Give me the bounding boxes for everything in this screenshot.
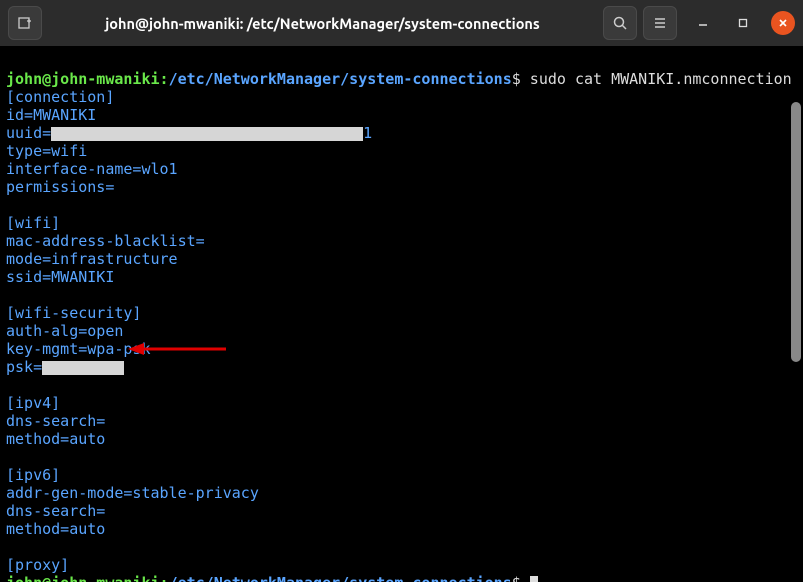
output-line: [wifi-security]: [6, 304, 141, 322]
prompt-user-host-2: john@john-mwaniki: [6, 574, 160, 582]
minimize-icon: [698, 18, 708, 28]
output-line-psk: psk=: [6, 358, 42, 376]
scrollbar-thumb[interactable]: [791, 102, 801, 362]
hamburger-icon: [652, 15, 668, 31]
prompt-user-host: john@john-mwaniki: [6, 70, 160, 88]
window-title: john@john-mwaniki: /etc/NetworkManager/s…: [48, 15, 597, 32]
window-titlebar: john@john-mwaniki: /etc/NetworkManager/s…: [0, 0, 803, 46]
output-line: key-mgmt=wpa-psk: [6, 340, 151, 358]
output-line: [connection]: [6, 88, 114, 106]
maximize-icon: [738, 18, 748, 28]
output-line: dns-search=: [6, 502, 105, 520]
output-line: mac-address-blacklist=: [6, 232, 205, 250]
output-line: type=wifi: [6, 142, 87, 160]
output-line: ssid=MWANIKI: [6, 268, 114, 286]
output-line: permissions=: [6, 178, 114, 196]
output-line: addr-gen-mode=stable-privacy: [6, 484, 259, 502]
terminal-body[interactable]: john@john-mwaniki:/etc/NetworkManager/sy…: [0, 46, 803, 582]
output-line: [ipv6]: [6, 466, 60, 484]
close-icon: [778, 18, 788, 28]
output-line: interface-name=wlo1: [6, 160, 178, 178]
output-line-uuid: uuid=: [6, 124, 51, 142]
cursor: [530, 576, 538, 582]
output-line: auth-alg=open: [6, 322, 123, 340]
output-line: [ipv4]: [6, 394, 60, 412]
close-button[interactable]: [771, 11, 795, 35]
output-line: [proxy]: [6, 556, 69, 574]
uuid-trailing: 1: [363, 124, 372, 142]
prompt-colon-2: :: [160, 574, 169, 582]
search-button[interactable]: [603, 6, 637, 40]
prompt-colon: :: [160, 70, 169, 88]
prompt-sigil-2: $: [512, 574, 521, 582]
prompt-sigil: $: [512, 70, 521, 88]
search-icon: [612, 15, 628, 31]
output-line: method=auto: [6, 520, 105, 538]
menu-button[interactable]: [643, 6, 677, 40]
minimize-button[interactable]: [691, 11, 715, 35]
output-line: [wifi]: [6, 214, 60, 232]
psk-redacted-block: [42, 361, 124, 375]
output-line: mode=infrastructure: [6, 250, 178, 268]
new-tab-icon: [17, 15, 33, 31]
output-line: method=auto: [6, 430, 105, 448]
maximize-button[interactable]: [731, 11, 755, 35]
uuid-redacted-block: [51, 127, 363, 141]
output-line: dns-search=: [6, 412, 105, 430]
new-tab-button[interactable]: [8, 6, 42, 40]
window-controls: [691, 11, 795, 35]
output-line: id=MWANIKI: [6, 106, 96, 124]
command-text: sudo cat MWANIKI.nmconnection: [530, 70, 792, 88]
prompt-path-2: /etc/NetworkManager/system-connections: [169, 574, 512, 582]
prompt-path: /etc/NetworkManager/system-connections: [169, 70, 512, 88]
